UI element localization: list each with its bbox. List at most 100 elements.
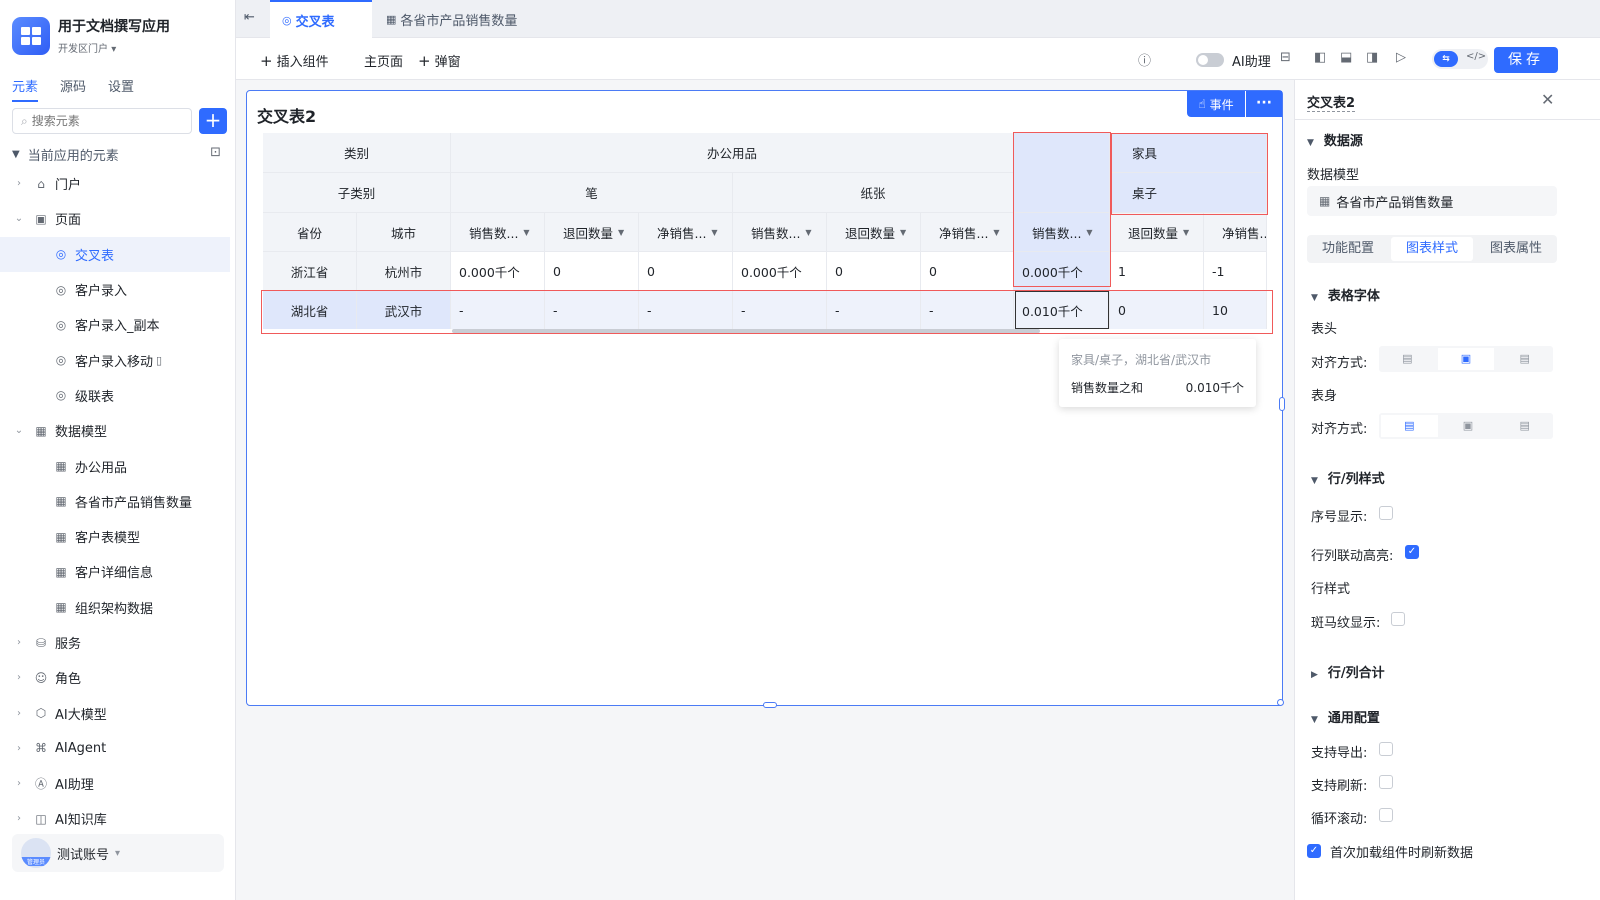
tab-settings[interactable]: 设置	[108, 76, 134, 102]
header-net-sales[interactable]: 净销售... ▼	[639, 213, 733, 252]
resize-handle-bottom[interactable]	[763, 702, 777, 708]
tree-item-services[interactable]: › ⛁ 服务	[0, 625, 236, 660]
portal-selector[interactable]: 开发区门户 ▾	[58, 40, 170, 55]
header-return-qty[interactable]: 退回数量 ▼	[827, 213, 921, 252]
header-sales-qty[interactable]: 销售数... ▼	[733, 213, 827, 252]
horizontal-scrollbar[interactable]	[452, 329, 1040, 333]
tree-item-cascade-table[interactable]: ◎ 级联表	[0, 378, 236, 413]
loop-checkbox[interactable]	[1379, 808, 1393, 822]
header-return-qty[interactable]: 退回数量 ▼	[1110, 213, 1204, 252]
align-left-icon[interactable]: ▤	[1379, 346, 1436, 372]
refresh-checkbox[interactable]	[1379, 775, 1393, 789]
tree-item-office-supplies[interactable]: ▦ 办公用品	[0, 448, 236, 483]
tab-source[interactable]: 源码	[60, 76, 86, 102]
table-cell[interactable]: -	[639, 291, 733, 329]
seq-checkbox[interactable]	[1379, 506, 1393, 520]
header-sales-qty[interactable]: 销售数... ▼	[1014, 213, 1110, 252]
tree-item-org-data[interactable]: ▦ 组织架构数据	[0, 590, 236, 625]
tab-chart-style[interactable]: 图表样式	[1391, 237, 1473, 261]
align-center-icon[interactable]: ▣	[1437, 348, 1495, 370]
sort-caret-icon[interactable]: ▼	[900, 228, 906, 237]
tree-item-customer-entry-mobile[interactable]: ◎ 客户录入移动 ▯	[0, 342, 236, 377]
tab-elements[interactable]: 元素	[12, 76, 39, 102]
align-left-icon[interactable]: ▤	[1381, 415, 1438, 437]
header-sales-qty[interactable]: 销售数... ▼	[451, 213, 545, 252]
tab-cross-table[interactable]: ◎ 交叉表	[270, 0, 372, 38]
table-cell[interactable]: -	[451, 291, 545, 329]
section-general[interactable]: ▼ 通用配置	[1311, 707, 1380, 726]
tab-province-sales[interactable]: ▦ 各省市产品销售数量	[386, 0, 556, 38]
align-right-icon[interactable]: ▤	[1496, 346, 1553, 372]
section-table-font[interactable]: ▼ 表格字体	[1311, 285, 1380, 304]
cross-table-component[interactable]: 交叉表2 ☝ 事件 ··· 类别 办公用品 家具 子类别 笔 纸张 桌子 省份 城…	[246, 90, 1285, 708]
tree-item-portal[interactable]: › ⌂ 门户	[0, 166, 236, 201]
sort-caret-icon[interactable]: ▼	[523, 228, 529, 237]
zebra-checkbox[interactable]	[1391, 612, 1405, 626]
resize-handle-corner[interactable]	[1277, 699, 1284, 706]
close-icon[interactable]: ✕	[1541, 90, 1554, 109]
tree-item-ai-assistant[interactable]: › Ⓐ AI助理	[0, 766, 236, 801]
sort-caret-icon[interactable]: ▼	[618, 228, 624, 237]
section-rowcol-total[interactable]: ▶ 行/列合计	[1311, 662, 1385, 681]
tree-item-customer-entry-copy[interactable]: ◎ 客户录入_副本	[0, 307, 236, 342]
table-cell[interactable]: 0	[639, 252, 733, 291]
sort-caret-icon[interactable]: ▼	[993, 228, 999, 237]
tree-item-customer-entry[interactable]: ◎ 客户录入	[0, 272, 236, 307]
sort-caret-icon[interactable]: ▼	[1086, 228, 1092, 237]
tree-item-ai-model[interactable]: › ⬡ AI大模型	[0, 695, 236, 730]
tree-item-customer-model[interactable]: ▦ 客户表模型	[0, 519, 236, 554]
search-input[interactable]	[31, 114, 172, 128]
table-cell-active[interactable]: 0.010千个	[1014, 291, 1110, 329]
tab-function-config[interactable]: 功能配置	[1307, 235, 1389, 263]
insert-component-button[interactable]: + 插入组件	[260, 51, 329, 70]
table-cell[interactable]: -	[921, 291, 1014, 329]
add-element-button[interactable]: +	[199, 108, 227, 134]
align-right-icon[interactable]: ▤	[1496, 413, 1553, 439]
data-model-select[interactable]: ▦ 各省市产品销售数量	[1307, 186, 1557, 216]
settings-mode-icon[interactable]: ⇆	[1434, 51, 1458, 67]
tree-item-roles[interactable]: › ☺ 角色	[0, 660, 236, 695]
section-datasource[interactable]: ▼ 数据源	[1307, 130, 1363, 149]
cell-city[interactable]: 武汉市	[357, 291, 451, 329]
tree-item-pages[interactable]: ⌄ ▣ 页面	[0, 201, 236, 236]
panel-title[interactable]: 交叉表2	[1307, 92, 1356, 112]
tree-item-ai-agent[interactable]: › ⌘ AIAgent	[0, 731, 236, 766]
tree-item-province-sales[interactable]: ▦ 各省市产品销售数量	[0, 484, 236, 519]
sort-caret-icon[interactable]: ▼	[1183, 228, 1189, 237]
bottom-panel-icon[interactable]: ⬓	[1340, 50, 1352, 65]
popup-button[interactable]: + 弹窗	[418, 51, 461, 70]
resize-handle-right[interactable]	[1279, 397, 1285, 411]
section-rowcol-style[interactable]: ▼ 行/列样式	[1311, 468, 1385, 487]
user-account[interactable]: 管理员 测试账号 ▾	[12, 834, 224, 872]
right-panel-icon[interactable]: ◨	[1366, 50, 1378, 65]
tree-item-customer-detail[interactable]: ▦ 客户详细信息	[0, 554, 236, 589]
tree-item-cross-table[interactable]: ◎ 交叉表	[0, 236, 230, 272]
locate-icon[interactable]: ⊡	[210, 145, 221, 160]
table-cell[interactable]: 0.000千个	[733, 252, 827, 291]
table-cell[interactable]: 0	[827, 252, 921, 291]
cell-province[interactable]: 浙江省	[263, 252, 357, 291]
help-icon[interactable]: ⓘ	[1138, 50, 1151, 69]
sort-caret-icon[interactable]: ▼	[805, 228, 811, 237]
table-cell[interactable]: 0.000千个	[451, 252, 545, 291]
more-button[interactable]: ···	[1246, 91, 1282, 117]
header-return-qty[interactable]: 退回数量 ▼	[545, 213, 639, 252]
cell-province[interactable]: 湖北省	[263, 291, 357, 329]
export-checkbox[interactable]	[1379, 742, 1393, 756]
code-mode-icon[interactable]: </>	[1466, 51, 1486, 62]
highlight-checkbox[interactable]: ✓	[1405, 545, 1419, 559]
table-cell[interactable]: -	[827, 291, 921, 329]
table-cell[interactable]: -1	[1204, 252, 1267, 291]
save-button[interactable]: 保存	[1494, 47, 1558, 73]
play-icon[interactable]: ▷	[1396, 50, 1406, 65]
header-net-sales[interactable]: 净销售... ▼	[921, 213, 1014, 252]
table-cell[interactable]: 0	[1110, 291, 1204, 329]
first-load-checkbox[interactable]: ✓	[1307, 844, 1321, 858]
tree-item-ai-knowledge[interactable]: › ◫ AI知识库	[0, 801, 236, 836]
table-cell[interactable]: 0	[545, 252, 639, 291]
ai-assist-toggle[interactable]	[1196, 53, 1224, 67]
table-cell[interactable]: 1	[1110, 252, 1204, 291]
table-cell[interactable]: -	[545, 291, 639, 329]
align-center-icon[interactable]: ▣	[1440, 413, 1497, 439]
table-cell[interactable]: -	[733, 291, 827, 329]
